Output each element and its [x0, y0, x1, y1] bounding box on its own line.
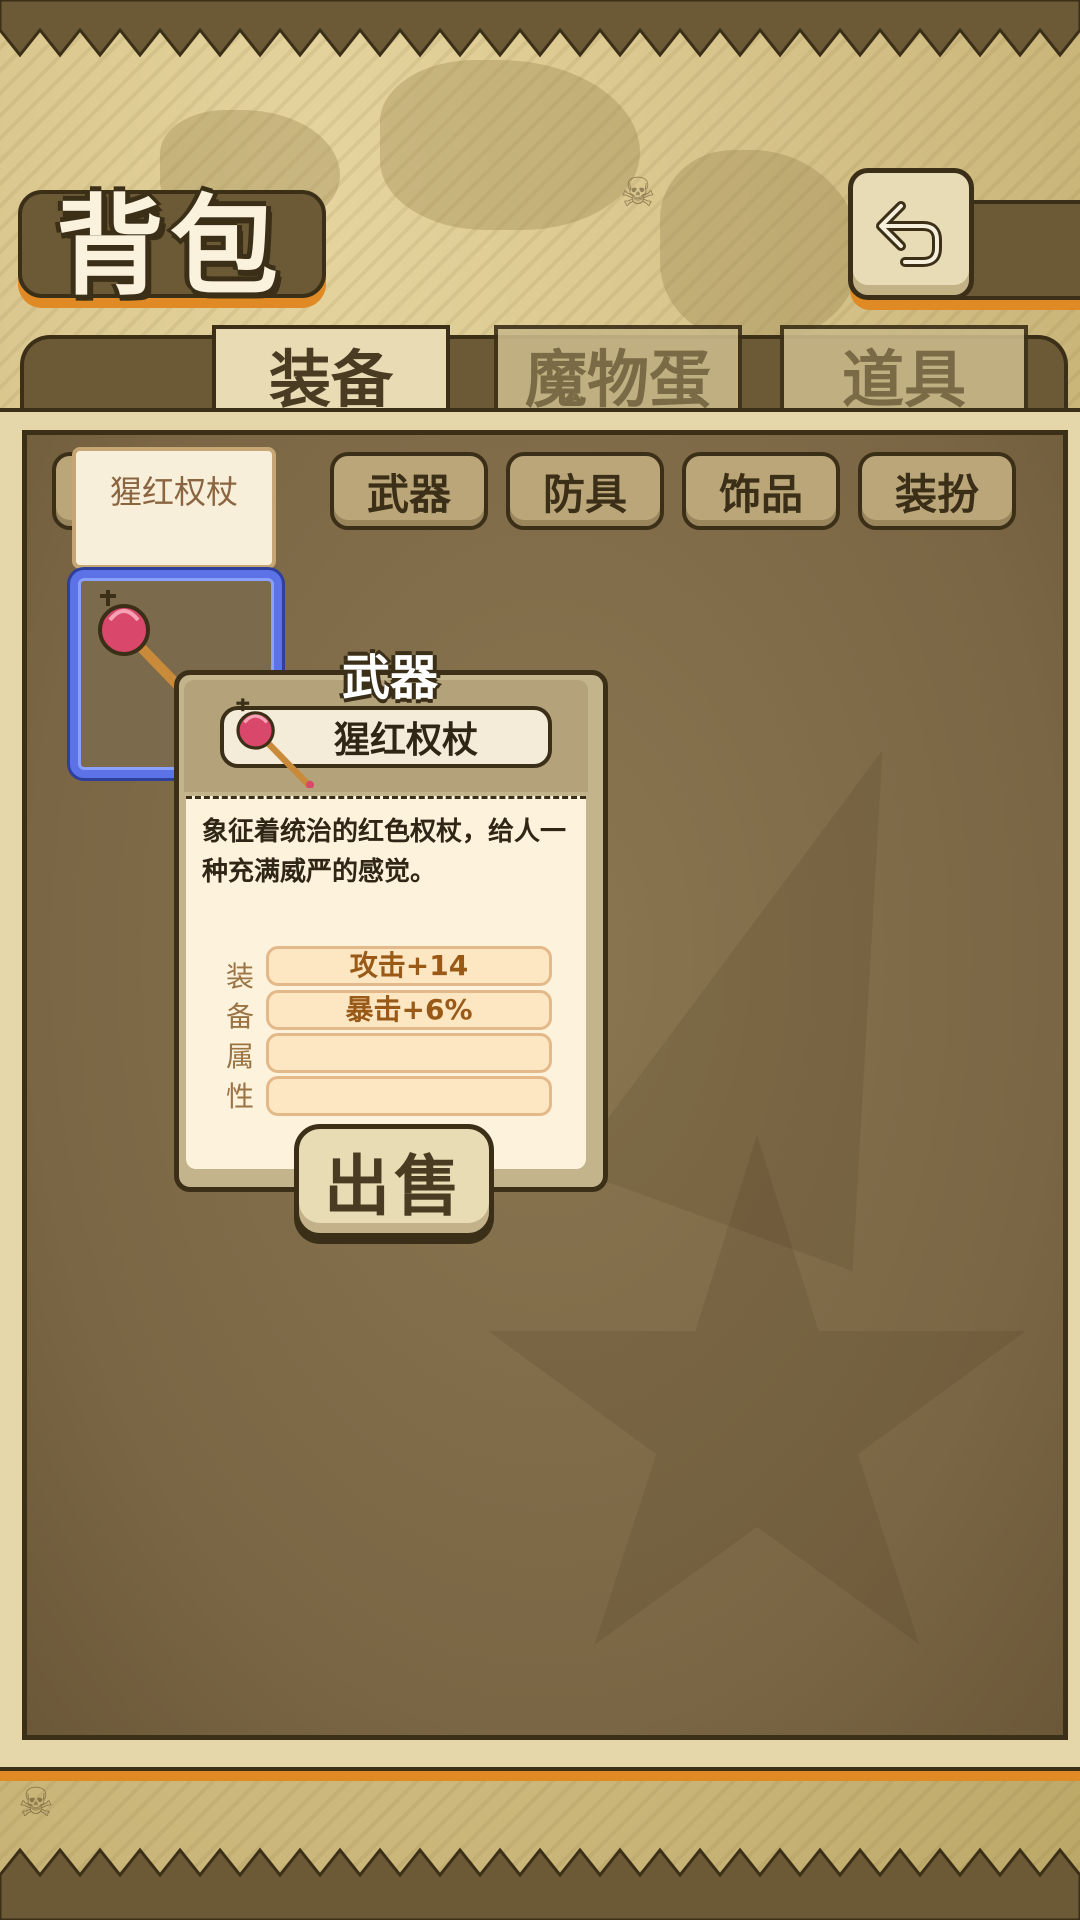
zigzag-bottom-border: [0, 1847, 1080, 1920]
background-star: [571, 699, 1024, 1271]
tab-items-label: 道具: [841, 343, 966, 416]
item-name-tooltip-text: 猩红权杖: [109, 473, 238, 511]
attributes-label-char: 性: [225, 1080, 254, 1113]
attribute-row: [266, 1076, 552, 1116]
subtab-armor-label: 防具: [542, 469, 627, 519]
attribute-row: [266, 1033, 552, 1073]
zigzag-top-border: [0, 0, 1080, 58]
subtab-weapons[interactable]: 武器: [330, 452, 488, 530]
subtab-costumes[interactable]: 装扮: [858, 452, 1016, 530]
attributes-label-char: 属: [225, 1040, 254, 1073]
sell-button[interactable]: 出售: [294, 1124, 494, 1238]
page-title: 背包: [56, 185, 285, 310]
item-name-tooltip: 猩红权杖: [72, 447, 276, 569]
attributes-label-char: 装: [225, 960, 254, 993]
item-category: 武器: [341, 650, 438, 706]
attribute-row: 攻击+14: [266, 946, 552, 986]
subtab-weapons-label: 武器: [366, 469, 451, 519]
tab-monster-eggs[interactable]: 魔物蛋: [494, 325, 742, 419]
tab-items[interactable]: 道具: [780, 325, 1028, 419]
subtab-accessories-label: 饰品: [718, 469, 803, 519]
sell-button-label: 出售: [324, 1148, 464, 1225]
subtab-armor[interactable]: 防具: [506, 452, 664, 530]
tab-monster-eggs-label: 魔物蛋: [524, 343, 711, 416]
tab-equipment-label: 装备: [268, 343, 393, 416]
back-button[interactable]: [848, 168, 974, 300]
subtab-accessories[interactable]: 饰品: [682, 452, 840, 530]
subtab-costumes-label: 装扮: [894, 469, 979, 519]
tab-equipment[interactable]: 装备: [212, 325, 450, 419]
back-arrow-icon: [876, 201, 942, 267]
attributes-label-char: 备: [225, 1000, 254, 1033]
scepter-icon: [236, 698, 314, 788]
skull-icon: ☠: [620, 170, 656, 216]
item-name: 猩红权杖: [333, 720, 478, 761]
background-star: [488, 1135, 1026, 1645]
skull-icon: ☠: [18, 1780, 54, 1826]
attribute-row: 暴击+6%: [266, 990, 552, 1030]
item-description: 象征着统治的红色权杖，给人一种充满威严的感觉。: [202, 817, 567, 887]
